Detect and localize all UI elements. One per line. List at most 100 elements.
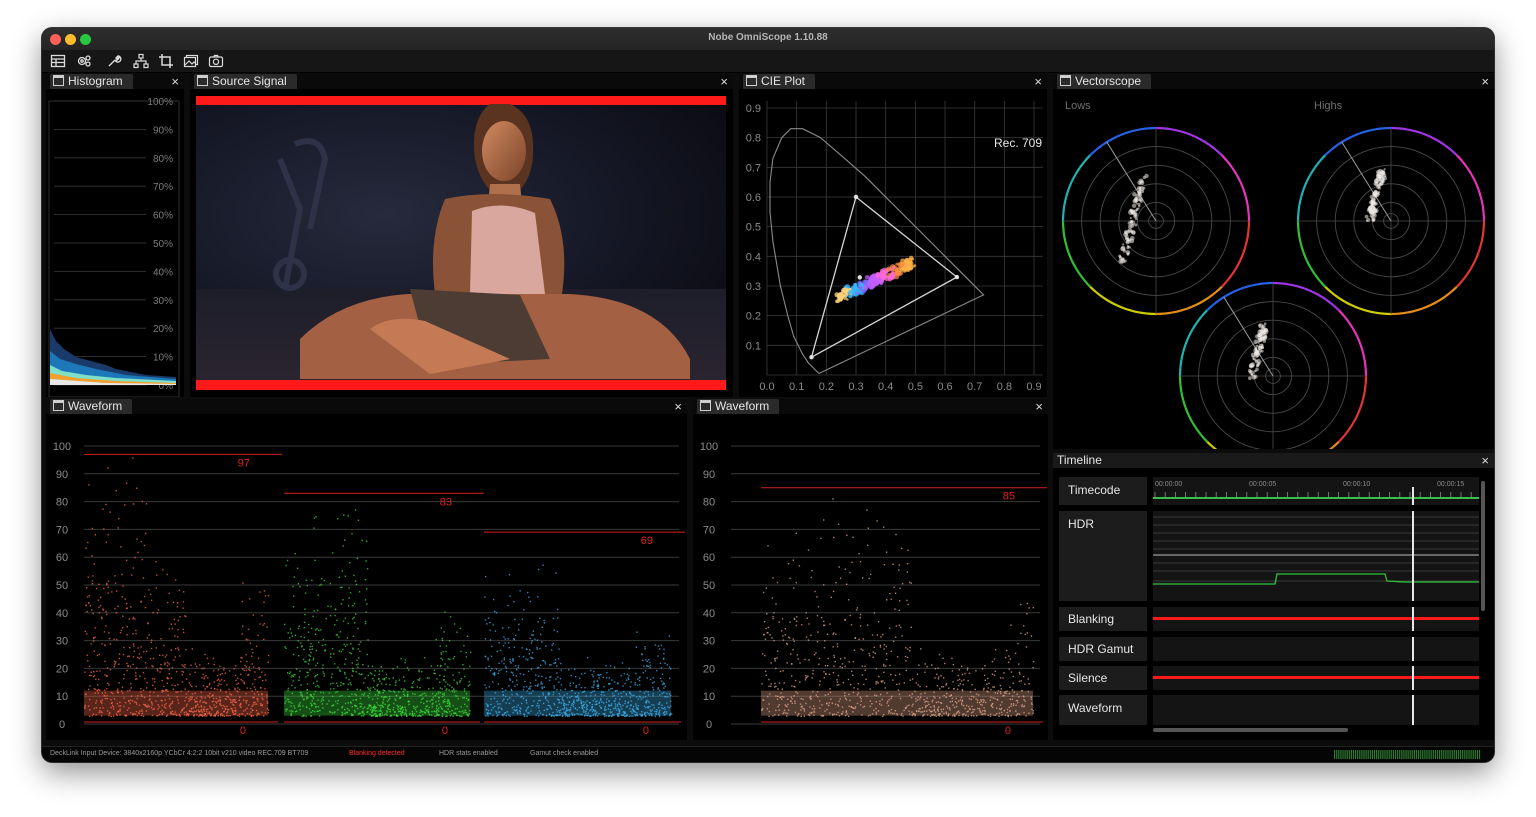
timeline-row-timecode[interactable]: Timecode [1059,477,1147,505]
trace-sample [766,632,768,634]
trace-sample [942,657,944,659]
hue-ring-segment [1131,128,1141,133]
chroma-sample [890,271,895,276]
trace-sample [128,618,130,620]
trace-sample [210,687,212,689]
trace-sample [108,684,110,686]
trace-sample [126,559,128,561]
trace-sample [143,651,145,653]
trace-sample [290,632,292,634]
timeline-row-silence[interactable]: Silence [1059,666,1147,690]
trace-sample [456,683,459,685]
meter-bar [1399,750,1401,759]
blanking-bar-bottom [196,380,726,390]
timeline-row-blanking[interactable]: Blanking [1059,607,1147,631]
trace-sample [395,682,397,684]
trace-sample [1371,218,1375,222]
hue-ring-segment [1466,266,1473,275]
trace-sample [498,642,500,644]
hue-ring-segment [1406,128,1416,133]
close-panel-button[interactable]: × [1034,74,1042,89]
timeline-row-hdr[interactable]: HDR [1059,511,1147,601]
trace-sample [209,682,211,685]
hue-ring-segment [1470,259,1477,269]
chroma-sample [875,272,882,278]
silence-track[interactable] [1153,666,1479,690]
tab-histogram[interactable]: Histogram [50,74,133,89]
images-icon[interactable] [183,53,199,69]
trace-sample [324,644,326,646]
trace-sample [880,636,882,638]
trace-sample [136,538,138,540]
trace-sample [285,564,287,567]
trace-sample [325,617,327,620]
trace-sample [898,609,900,611]
trace-sample [504,638,506,640]
tab-waveform-luma[interactable]: Waveform [697,399,780,414]
blanking-track[interactable] [1153,607,1479,631]
close-panel-button[interactable]: × [720,74,728,89]
trace-sample [508,685,510,687]
hue-ring-segment [1139,311,1148,315]
trace-sample [556,630,559,633]
waveform-track[interactable] [1153,695,1479,725]
trace-sample [441,688,443,690]
trace-sample [447,666,449,668]
trace-sample [907,549,909,551]
trace-sample [348,678,350,681]
trace-sample [115,490,117,492]
layout-icon[interactable] [50,53,66,69]
tab-vectorscope[interactable]: Vectorscope [1057,74,1152,89]
hdr-track[interactable] [1153,511,1479,601]
hue-ring-segment [1429,300,1439,307]
camera-icon[interactable] [208,53,224,69]
tab-source-signal[interactable]: Source Signal [194,74,297,89]
timeline-row-waveform[interactable]: Waveform [1059,695,1147,725]
trace-sample [824,640,826,642]
trace-sample [159,667,161,669]
timecode-ruler[interactable]: 00:00:00 00:00:05 00:00:10 00:00:15 [1153,477,1479,505]
close-panel-button[interactable]: × [1481,74,1489,89]
close-panel-button[interactable]: × [674,399,682,414]
trace-sample [786,662,788,664]
timeline-horizontal-scrollbar[interactable] [1153,728,1348,732]
timeline-vertical-scrollbar[interactable] [1481,481,1485,611]
trace-sample [879,644,882,647]
tab-cie-plot[interactable]: CIE Plot [743,74,816,89]
trace-sample [359,650,361,653]
close-panel-button[interactable]: × [171,74,179,89]
trace-sample [203,667,205,669]
close-panel-button[interactable]: × [1481,453,1489,468]
trace-sample [122,653,125,656]
trace-sample [411,682,414,684]
crop-icon[interactable] [158,53,174,69]
network-icon[interactable] [133,53,149,69]
trace-sample [159,671,161,673]
trace-sample [310,642,312,645]
hue-ring-segment [1235,259,1242,269]
y-tick-label: 0.6 [746,192,761,204]
trace-sample [361,539,363,542]
hdr-gamut-track[interactable] [1153,637,1479,661]
close-panel-button[interactable]: × [1035,399,1043,414]
trace-sample [137,551,139,554]
trace-sample [824,665,827,667]
trace-sample [333,663,336,665]
hue-ring-segment [1240,285,1250,290]
trace-sample [837,674,839,677]
trace-sample [893,586,895,588]
trace-sample [235,665,237,667]
trace-sample [338,576,340,578]
trace-sample [109,511,111,513]
meter-bar [1439,750,1441,759]
wrench-icon[interactable] [106,53,122,69]
timeline-row-hdr-gamut[interactable]: HDR Gamut [1059,637,1147,661]
trace-sample [127,655,129,657]
hue-ring-segment [1215,286,1223,294]
settings-icon[interactable] [76,53,92,69]
trace-sample [664,662,666,665]
trace-sample [983,687,985,690]
hue-ring-segment [1171,128,1181,133]
tab-waveform-rgb[interactable]: Waveform [50,399,133,414]
trace-sample [794,679,797,682]
